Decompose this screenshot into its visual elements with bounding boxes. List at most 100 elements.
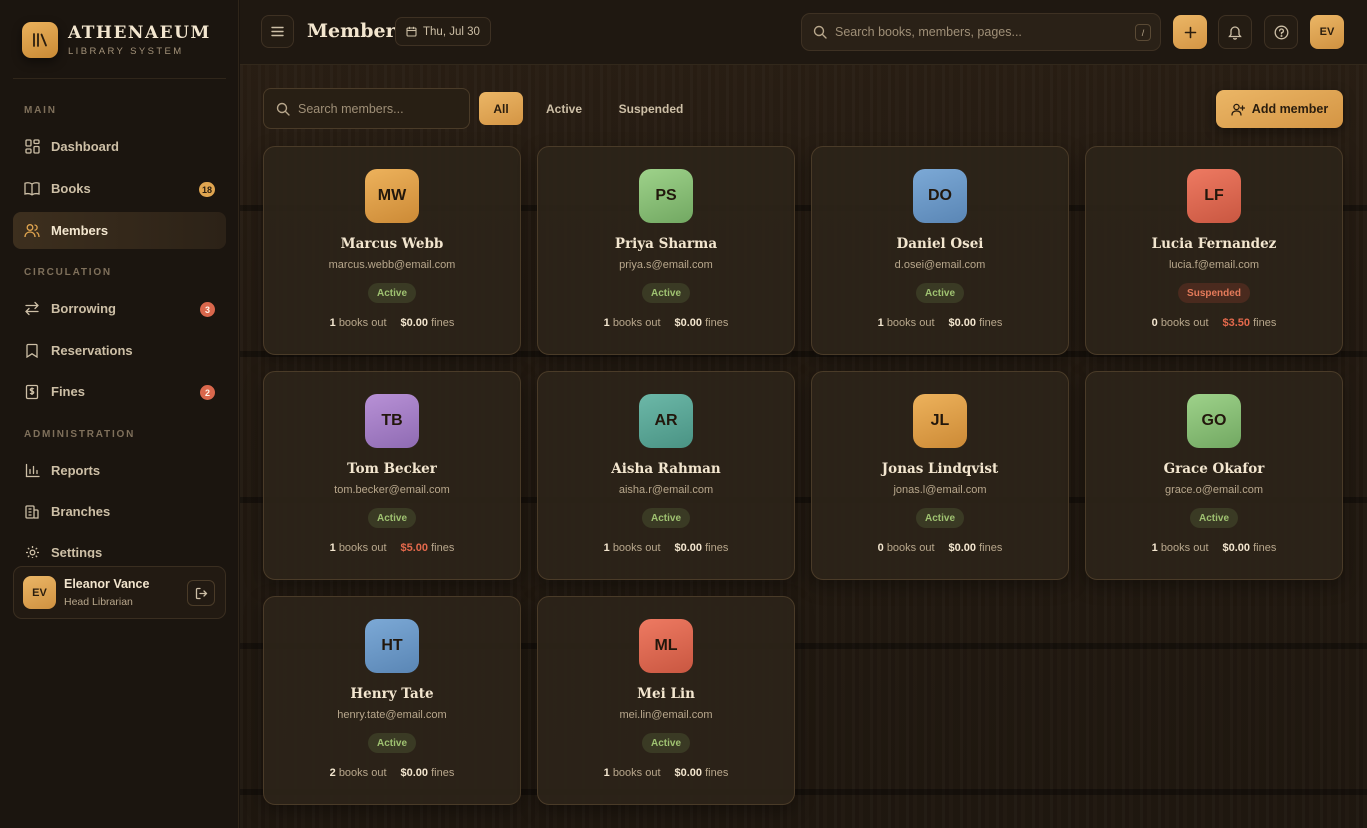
member-stats: 1 books out $0.00 fines: [264, 317, 520, 329]
books-out-label: books out: [612, 317, 661, 329]
member-email: marcus.webb@email.com: [328, 259, 456, 271]
add-user-icon: [1231, 103, 1245, 116]
sidebar-item-label: Books: [51, 181, 91, 196]
fines-amount: $3.50: [1222, 317, 1251, 329]
avatar: MW: [365, 169, 419, 223]
books-out-count: 1: [877, 317, 884, 329]
bookmark-icon: [24, 343, 40, 359]
user-card[interactable]: EV Eleanor Vance Head Librarian: [13, 566, 226, 619]
member-card[interactable]: DO Daniel Osei d.osei@email.com Active 1 boo…: [811, 146, 1069, 355]
member-name: Marcus Webb: [340, 236, 444, 252]
avatar: PS: [639, 169, 693, 223]
filter-active[interactable]: Active: [537, 92, 591, 125]
member-email: henry.tate@email.com: [337, 709, 447, 721]
user-role: Head Librarian: [64, 596, 133, 608]
member-stats: 0 books out $0.00 fines: [812, 542, 1068, 554]
books-out-label: books out: [338, 767, 387, 779]
fines-label: fines: [1253, 317, 1277, 329]
member-search-input[interactable]: [298, 101, 458, 116]
notifications-button[interactable]: [1218, 15, 1252, 49]
avatar: GO: [1187, 394, 1241, 448]
nav-section-circulation: CIRCULATION: [24, 267, 112, 278]
status-badge: Active: [367, 733, 417, 753]
member-email: d.osei@email.com: [894, 259, 986, 271]
divider: [13, 78, 226, 79]
member-card[interactable]: MW Marcus Webb marcus.webb@email.com Active…: [263, 146, 521, 355]
building-icon: [24, 504, 40, 520]
member-name: Tom Becker: [347, 461, 437, 477]
global-search[interactable]: /: [801, 13, 1161, 51]
member-card[interactable]: PS Priya Sharma priya.s@email.com Active 1 b…: [537, 146, 795, 355]
member-name: Jonas Lindqvist: [881, 461, 999, 477]
logout-icon: [195, 587, 207, 599]
global-search-input[interactable]: [835, 25, 1125, 39]
page-title: Members: [307, 20, 407, 42]
fines-label: fines: [1253, 542, 1277, 554]
sidebar-item-settings[interactable]: Settings: [13, 538, 226, 558]
fines-label: fines: [705, 317, 729, 329]
member-card[interactable]: LF Lucia Fernandez lucia.f@email.com Suspen…: [1085, 146, 1343, 355]
add-member-label: Add member: [1251, 102, 1329, 116]
member-stats: 1 books out $5.00 fines: [264, 542, 520, 554]
sidebar-item-reports[interactable]: Reports: [13, 452, 226, 489]
logout-button[interactable]: [187, 580, 215, 606]
fines-label: fines: [431, 317, 455, 329]
grid-icon: [24, 139, 40, 155]
books-out-count: 2: [329, 767, 336, 779]
member-email: mei.lin@email.com: [619, 709, 713, 721]
member-email: priya.s@email.com: [619, 259, 713, 271]
brand[interactable]: ATHENAEUM LIBRARY SYSTEM: [22, 22, 211, 58]
sidebar-item-members[interactable]: Members: [13, 212, 226, 249]
member-email: tom.becker@email.com: [334, 484, 450, 496]
avatar[interactable]: EV: [1310, 15, 1344, 49]
member-email: jonas.l@email.com: [893, 484, 987, 496]
sidebar-item-reservations[interactable]: Reservations: [13, 332, 226, 369]
menu-toggle-button[interactable]: [261, 15, 294, 48]
filter-all[interactable]: All: [479, 92, 523, 125]
books-out-count: 1: [603, 767, 610, 779]
status-badge: Active: [367, 283, 417, 303]
sidebar-item-books[interactable]: Books 18: [13, 170, 226, 207]
member-card[interactable]: TB Tom Becker tom.becker@email.com Active 1 …: [263, 371, 521, 580]
member-name: Henry Tate: [350, 686, 434, 702]
member-stats: 1 books out $0.00 fines: [1086, 542, 1342, 554]
top-bar: Members Thu, Jul 30 / EV: [240, 0, 1367, 65]
member-card[interactable]: JL Jonas Lindqvist jonas.l@email.com Active…: [811, 371, 1069, 580]
calendar-icon: [406, 26, 417, 37]
sidebar-item-label: Dashboard: [51, 139, 119, 154]
hamburger-icon: [271, 26, 284, 37]
books-out-label: books out: [1160, 542, 1209, 554]
member-card[interactable]: GO Grace Okafor grace.o@email.com Active 1 b…: [1085, 371, 1343, 580]
bar-chart-icon: [24, 463, 40, 479]
sidebar-item-branches[interactable]: Branches: [13, 493, 226, 530]
member-card[interactable]: HT Henry Tate henry.tate@email.com Active 2 …: [263, 596, 521, 805]
add-member-button[interactable]: Add member: [1216, 90, 1343, 128]
member-name: Mei Lin: [637, 686, 695, 702]
fines-label: fines: [705, 767, 729, 779]
books-out-count: 0: [1151, 317, 1158, 329]
fines-amount: $5.00: [400, 542, 429, 554]
avatar: TB: [365, 394, 419, 448]
fines-amount: $0.00: [948, 317, 977, 329]
brand-name: ATHENAEUM: [68, 23, 211, 43]
fines-amount: $0.00: [674, 317, 703, 329]
sidebar-item-fines[interactable]: Fines 2: [13, 373, 226, 410]
date-chip[interactable]: Thu, Jul 30: [395, 17, 491, 46]
filter-suspended[interactable]: Suspended: [610, 92, 692, 125]
sidebar-item-dashboard[interactable]: Dashboard: [13, 128, 226, 165]
member-email: lucia.f@email.com: [1168, 259, 1260, 271]
sidebar-item-borrowing[interactable]: Borrowing 3: [13, 290, 226, 327]
books-out-label: books out: [338, 317, 387, 329]
member-card[interactable]: ML Mei Lin mei.lin@email.com Active 1 books …: [537, 596, 795, 805]
member-search[interactable]: [263, 88, 470, 129]
member-card[interactable]: AR Aisha Rahman aisha.r@email.com Active 1 b…: [537, 371, 795, 580]
help-button[interactable]: [1264, 15, 1298, 49]
sidebar-item-label: Members: [51, 223, 109, 238]
count-badge: 2: [200, 385, 215, 400]
avatar: JL: [913, 394, 967, 448]
status-badge: Active: [641, 508, 691, 528]
member-name: Aisha Rahman: [611, 461, 721, 477]
quick-add-button[interactable]: [1173, 15, 1207, 49]
books-out-count: 1: [329, 317, 336, 329]
sidebar-item-label: Reports: [51, 463, 101, 478]
